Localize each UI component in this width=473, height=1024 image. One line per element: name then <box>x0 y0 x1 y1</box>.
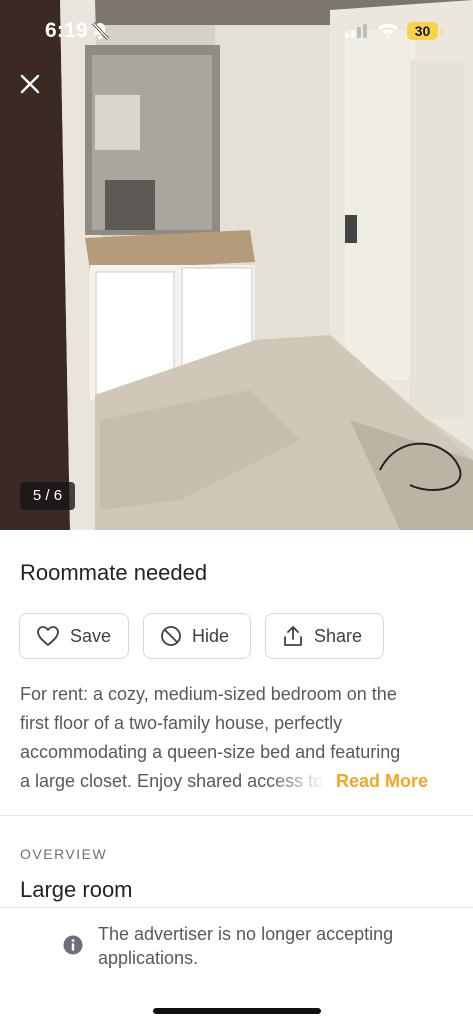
description-line: accommodating a queen-size bed and featu… <box>20 742 401 762</box>
block-icon <box>161 626 181 646</box>
read-more-link[interactable]: Read More <box>336 767 429 796</box>
close-button[interactable] <box>14 68 46 100</box>
listing-description: For rent: a cozy, medium-sized bedroom o… <box>20 680 440 796</box>
close-icon <box>20 74 40 94</box>
hide-button[interactable]: Hide <box>143 613 251 659</box>
listing-title: Roommate needed <box>20 560 208 585</box>
share-icon <box>284 626 302 646</box>
share-button-label: Share <box>314 625 363 646</box>
description-line-last: a large closet. Enjoy shared access to R… <box>20 767 440 796</box>
room-photo-illustration <box>0 0 473 530</box>
home-indicator[interactable] <box>153 1008 321 1014</box>
battery-cap <box>440 28 443 35</box>
battery-indicator: 30 <box>407 22 438 40</box>
photo-counter-badge: 5 / 6 <box>20 482 75 510</box>
status-time: 6:19 <box>45 19 88 42</box>
hide-button-label: Hide <box>192 625 230 646</box>
applications-closed-notice: The advertiser is no longer accepting ap… <box>98 924 394 968</box>
signal-icon <box>345 24 367 38</box>
section-divider <box>0 815 473 816</box>
heart-icon <box>37 626 59 646</box>
save-button-label: Save <box>70 625 112 646</box>
overview-heading: OVERVIEW <box>20 846 108 862</box>
description-line: For rent: a cozy, medium-sized bedroom o… <box>20 684 397 704</box>
description-fade <box>268 767 336 796</box>
bell-slash-icon <box>91 21 110 41</box>
status-bar: 6:19 30 <box>0 0 473 62</box>
wifi-icon <box>378 23 398 39</box>
save-button[interactable]: Save <box>19 613 129 659</box>
info-icon <box>63 935 83 955</box>
share-button[interactable]: Share <box>265 613 384 659</box>
description-line: first floor of a two-family house, perfe… <box>20 713 343 733</box>
overview-value: Large room <box>20 877 133 902</box>
section-divider <box>0 907 473 908</box>
listing-photo[interactable]: 6:19 30 5 / 6 <box>0 0 473 530</box>
